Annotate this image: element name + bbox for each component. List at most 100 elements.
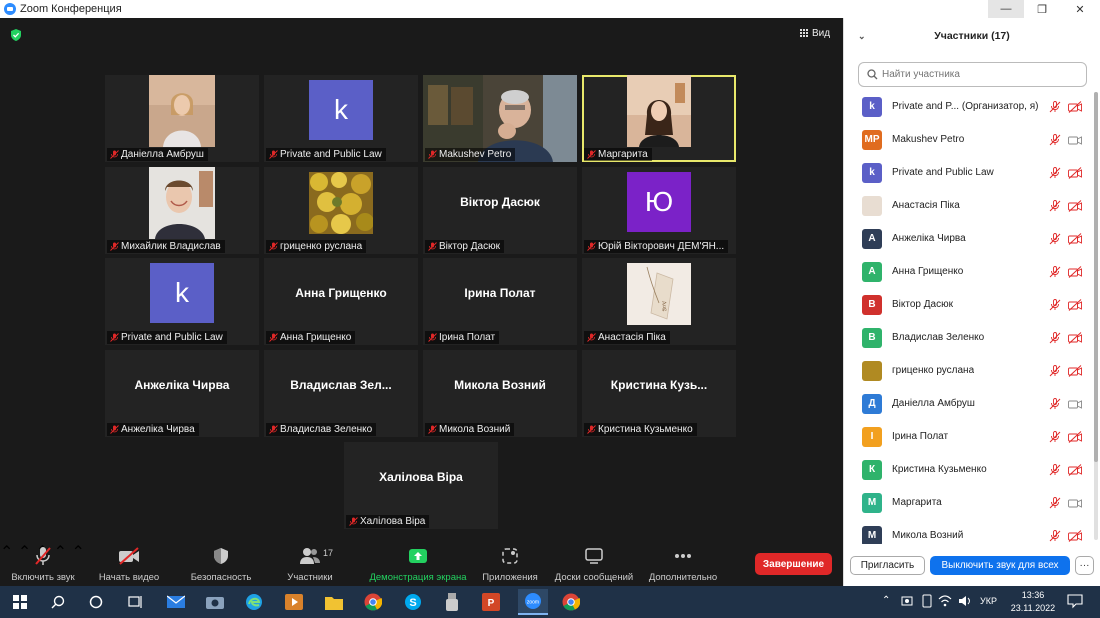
camera-off-icon[interactable] [1068, 529, 1082, 542]
video-tile[interactable]: Владислав Зел... Владислав Зеленко [264, 350, 418, 437]
wifi-icon[interactable] [938, 594, 952, 610]
video-tile[interactable]: Ірина Полат Ірина Полат [423, 258, 577, 345]
video-tile[interactable]: Микола Возний Микола Возний [423, 350, 577, 437]
participant-row[interactable]: В Владислав Зеленко [844, 321, 1100, 354]
video-tile[interactable]: Анжеліка Чирва Анжеліка Чирва [105, 350, 259, 437]
maximize-button[interactable]: ❐ [1024, 0, 1060, 18]
end-meeting-button[interactable]: Завершение [755, 553, 832, 575]
microphone-muted-icon[interactable] [1049, 529, 1061, 542]
participant-row[interactable]: Анастасія Піка [844, 189, 1100, 222]
participant-row[interactable]: гриценко руслана [844, 354, 1100, 387]
camera-app-icon[interactable] [204, 591, 226, 613]
taskbar-clock[interactable]: 13:36 23.11.2022 [1008, 589, 1058, 615]
powerpoint-icon[interactable]: P [480, 591, 502, 613]
chrome-icon[interactable] [560, 591, 582, 613]
tray-chevron-icon[interactable]: ⌃ [882, 595, 890, 606]
camera-off-icon[interactable] [1068, 430, 1082, 443]
participant-row[interactable]: k Private and Public Law [844, 156, 1100, 189]
usb-drive-icon[interactable] [441, 591, 463, 613]
microphone-muted-icon[interactable] [1049, 496, 1061, 509]
search-icon[interactable] [47, 591, 69, 613]
apps-button[interactable]: Приложения [478, 546, 542, 584]
participant-row[interactable]: А Анна Грищенко [844, 255, 1100, 288]
video-tile[interactable]: Михайлик Владислав [105, 167, 259, 254]
microphone-muted-icon[interactable] [1049, 298, 1061, 311]
notifications-icon[interactable] [1067, 593, 1083, 611]
camera-off-icon[interactable] [1068, 100, 1082, 113]
camera-off-icon[interactable] [1068, 364, 1082, 377]
chrome-icon[interactable] [362, 591, 384, 613]
windows-start-icon[interactable] [9, 591, 31, 613]
participant-row[interactable]: М Маргарита [844, 486, 1100, 519]
invite-button[interactable]: Пригласить [850, 556, 925, 575]
participant-search[interactable] [858, 62, 1087, 87]
video-tile[interactable]: Віктор Дасюк Віктор Дасюк [423, 167, 577, 254]
security-button[interactable]: Безопасность [188, 546, 254, 584]
participant-row[interactable]: І Ірина Полат [844, 420, 1100, 453]
close-button[interactable]: ✕ [1062, 0, 1098, 18]
participant-row[interactable]: Д Даніелла Амбруш [844, 387, 1100, 420]
volume-icon[interactable] [958, 594, 972, 610]
video-tile[interactable]: Халілова Віра Халілова Віра [344, 442, 498, 529]
participant-row[interactable]: В Віктор Дасюк [844, 288, 1100, 321]
file-explorer-icon[interactable] [323, 591, 345, 613]
camera-off-icon[interactable] [1068, 463, 1082, 476]
camera-icon[interactable] [1068, 398, 1082, 410]
microphone-muted-icon[interactable] [1049, 133, 1061, 146]
participant-row[interactable]: А Анжеліка Чирва [844, 222, 1100, 255]
participant-row[interactable]: MP Makushev Petro [844, 123, 1100, 156]
video-tile[interactable]: Makushev Petro [423, 75, 577, 162]
edge-browser-icon[interactable] [243, 591, 265, 613]
view-button[interactable]: Вид [800, 28, 830, 39]
microphone-muted-icon[interactable] [1049, 331, 1061, 344]
participant-row[interactable]: М Микола Возний [844, 519, 1100, 544]
chevron-down-icon[interactable]: ⌄ [858, 31, 866, 42]
microphone-muted-icon[interactable] [1049, 100, 1061, 113]
video-tile[interactable]: Ю Юрій Вікторович ДЕМ'ЯН... [582, 167, 736, 254]
camera-off-icon[interactable] [1068, 232, 1082, 245]
tray-app-icon[interactable] [920, 594, 934, 610]
microphone-muted-icon[interactable] [1049, 232, 1061, 245]
video-tile[interactable]: Кристина Кузь... Кристина Кузьменко [582, 350, 736, 437]
more-button[interactable]: Дополнительно [646, 546, 720, 584]
participant-row[interactable]: k Private and P... (Организатор, я) [844, 90, 1100, 123]
video-tile[interactable]: k Private and Public Law [105, 258, 259, 345]
video-tile[interactable]: Даніелла Амбруш [105, 75, 259, 162]
cortana-icon[interactable] [85, 591, 107, 613]
search-input[interactable] [882, 69, 1082, 80]
participant-row[interactable]: К Кристина Кузьменко [844, 453, 1100, 486]
microphone-muted-icon[interactable] [1049, 166, 1061, 179]
camera-icon[interactable] [1068, 497, 1082, 509]
microphone-muted-icon[interactable] [1049, 265, 1061, 278]
microphone-muted-icon[interactable] [1049, 463, 1061, 476]
microphone-muted-icon[interactable] [1049, 364, 1061, 377]
skype-icon[interactable]: S [402, 591, 424, 613]
camera-off-icon[interactable] [1068, 166, 1082, 179]
camera-off-icon[interactable] [1068, 199, 1082, 212]
start-video-button[interactable]: Начать видео [95, 546, 163, 584]
microphone-muted-icon[interactable] [1049, 397, 1061, 410]
camera-off-icon[interactable] [1068, 298, 1082, 311]
mute-all-button[interactable]: Выключить звук для всех [930, 556, 1070, 575]
video-tile[interactable]: k Private and Public Law [264, 75, 418, 162]
media-player-icon[interactable] [283, 591, 305, 613]
video-tile[interactable]: гриценко руслана [264, 167, 418, 254]
scrollbar-thumb[interactable] [1094, 92, 1098, 462]
shield-icon[interactable] [10, 29, 22, 41]
microphone-muted-icon[interactable] [1049, 430, 1061, 443]
unmute-button[interactable]: Включить звук [8, 546, 78, 584]
network-status-icon[interactable] [900, 594, 914, 610]
camera-off-icon[interactable] [1068, 265, 1082, 278]
share-screen-button[interactable]: Демонстрация экрана [366, 546, 470, 584]
camera-icon[interactable] [1068, 134, 1082, 146]
mail-icon[interactable] [165, 591, 187, 613]
panel-more-button[interactable]: ··· [1075, 556, 1094, 575]
whiteboards-button[interactable]: Доски сообщений [550, 546, 638, 584]
language-indicator[interactable]: УКР [980, 596, 997, 606]
video-tile[interactable]: Aug Анастасія Піка [582, 258, 736, 345]
microphone-muted-icon[interactable] [1049, 199, 1061, 212]
video-tile[interactable]: Маргарита [582, 75, 736, 162]
video-tile[interactable]: Анна Грищенко Анна Грищенко [264, 258, 418, 345]
task-view-icon[interactable] [124, 591, 146, 613]
camera-off-icon[interactable] [1068, 331, 1082, 344]
